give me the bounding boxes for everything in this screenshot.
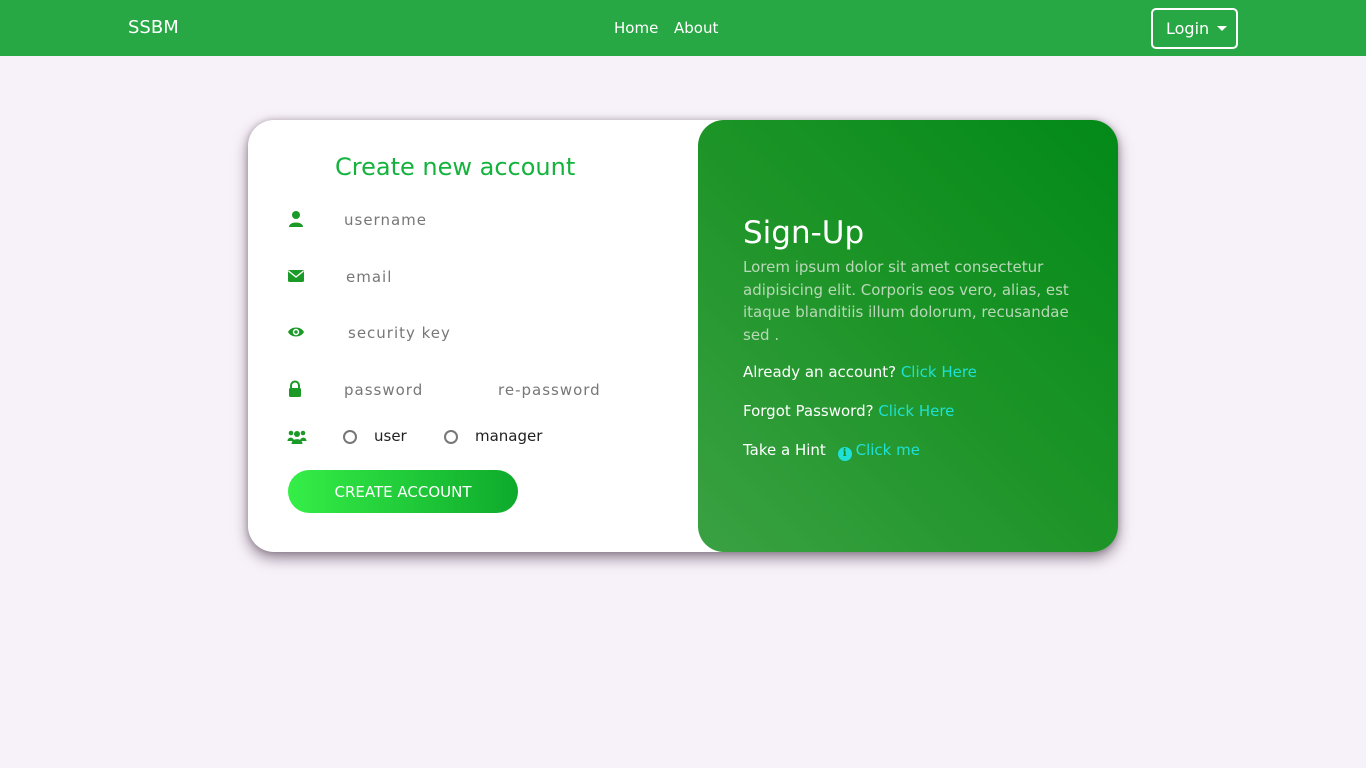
hint-text: Take a Hint: [743, 441, 826, 459]
brand-logo[interactable]: SSBM: [128, 16, 179, 40]
hint-link[interactable]: i Click me: [837, 441, 920, 461]
eye-icon: [287, 323, 305, 341]
email-input[interactable]: [346, 265, 646, 289]
form-title: Create new account: [335, 153, 576, 181]
users-icon: [287, 428, 307, 446]
nav-link-home[interactable]: Home: [614, 18, 658, 38]
login-link[interactable]: Click Here: [901, 363, 977, 381]
username-input[interactable]: [344, 208, 644, 232]
role-user-radio[interactable]: [343, 430, 357, 444]
signup-card: Create new account user manager CREATE A…: [248, 120, 1118, 552]
login-dropdown-button[interactable]: Login: [1151, 8, 1238, 49]
login-label: Login: [1166, 19, 1210, 38]
navbar: SSBM Home About Login: [0, 0, 1366, 56]
create-account-button[interactable]: CREATE ACCOUNT: [288, 470, 518, 513]
security-key-input[interactable]: [348, 321, 648, 345]
password-input[interactable]: [344, 378, 484, 402]
role-manager-label: manager: [475, 427, 543, 445]
login-prompt: Already an account? Click Here: [743, 362, 977, 382]
login-prompt-text: Already an account?: [743, 363, 897, 381]
role-manager-radio[interactable]: [444, 430, 458, 444]
forgot-password-prompt: Forgot Password? Click Here: [743, 401, 954, 421]
role-user-label: user: [374, 427, 407, 445]
user-icon: [287, 210, 305, 228]
nav-link-about[interactable]: About: [674, 18, 718, 38]
hint-prompt: Take a Hint i Click me: [743, 440, 920, 461]
forgot-password-text: Forgot Password?: [743, 402, 874, 420]
panel-description: Lorem ipsum dolor sit amet consectetur a…: [743, 258, 1069, 344]
forgot-password-link[interactable]: Click Here: [878, 402, 954, 420]
signup-info-panel: Sign-Up Lorem ipsum dolor sit amet conse…: [698, 120, 1118, 552]
caret-down-icon: [1217, 26, 1227, 31]
repassword-input[interactable]: [498, 378, 658, 402]
hint-link-label: Click me: [855, 441, 920, 459]
envelope-icon: [287, 267, 305, 285]
panel-title: Sign-Up: [743, 215, 865, 251]
lock-icon: [286, 380, 304, 398]
info-icon: i: [837, 447, 852, 461]
